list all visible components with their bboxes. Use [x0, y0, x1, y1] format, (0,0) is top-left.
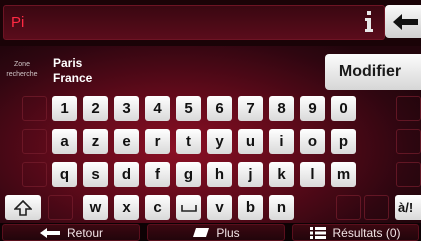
key-v[interactable]: v — [207, 195, 232, 220]
key-i[interactable]: i — [269, 129, 294, 154]
space-key[interactable] — [176, 195, 201, 220]
shift-icon — [14, 199, 32, 216]
key-y[interactable]: y — [207, 129, 232, 154]
key-5[interactable]: 5 — [176, 96, 201, 121]
key-8[interactable]: 8 — [269, 96, 294, 121]
key-6[interactable]: 6 — [207, 96, 232, 121]
results-button[interactable]: Résultats (0) — [292, 224, 419, 241]
empty-key-slot — [396, 162, 421, 187]
list-icon — [310, 226, 327, 239]
key-z[interactable]: z — [83, 129, 108, 154]
search-input[interactable]: Pi — [3, 5, 385, 40]
key-7[interactable]: 7 — [238, 96, 263, 121]
key-4[interactable]: 4 — [145, 96, 170, 121]
more-button-label: Plus — [216, 225, 240, 240]
backspace-icon — [393, 13, 418, 30]
search-input-text: Pi — [11, 14, 25, 31]
empty-key-slot — [22, 129, 47, 154]
key-g[interactable]: g — [176, 162, 201, 187]
key-a[interactable]: a — [52, 129, 77, 154]
search-zone-label: Zone recherche — [6, 61, 38, 78]
key-n[interactable]: n — [269, 195, 294, 220]
space-icon — [180, 204, 197, 212]
key-k[interactable]: k — [269, 162, 294, 187]
key-o[interactable]: o — [300, 129, 325, 154]
key-h[interactable]: h — [207, 162, 232, 187]
empty-key-slot — [22, 96, 47, 121]
key-b[interactable]: b — [238, 195, 263, 220]
zone-country: France — [53, 71, 93, 85]
key-q[interactable]: q — [52, 162, 77, 187]
key-9[interactable]: 9 — [300, 96, 325, 121]
key-3[interactable]: 3 — [114, 96, 139, 121]
empty-key-slot — [396, 129, 421, 154]
arrow-left-icon — [39, 227, 60, 238]
key-r[interactable]: r — [145, 129, 170, 154]
key-x[interactable]: x — [114, 195, 139, 220]
more-icon — [193, 228, 210, 237]
accent-symbols-key[interactable]: à/! — [395, 195, 421, 220]
back-button-label: Retour — [66, 225, 104, 240]
empty-key-slot — [336, 195, 361, 220]
key-l[interactable]: l — [300, 162, 325, 187]
backspace-button[interactable] — [385, 5, 421, 38]
key-j[interactable]: j — [238, 162, 263, 187]
key-1[interactable]: 1 — [52, 96, 77, 121]
key-0[interactable]: 0 — [331, 96, 356, 121]
key-u[interactable]: u — [238, 129, 263, 154]
key-e[interactable]: e — [114, 129, 139, 154]
key-c[interactable]: c — [145, 195, 170, 220]
key-2[interactable]: 2 — [83, 96, 108, 121]
key-f[interactable]: f — [145, 162, 170, 187]
modify-button[interactable]: Modifier — [325, 54, 421, 90]
empty-key-slot — [48, 195, 73, 220]
shift-key[interactable] — [5, 195, 41, 220]
key-m[interactable]: m — [331, 162, 356, 187]
zone-city: Paris — [53, 56, 83, 70]
empty-key-slot — [22, 162, 47, 187]
more-button[interactable]: Plus — [147, 224, 285, 241]
results-button-label: Résultats (0) — [332, 225, 401, 240]
key-t[interactable]: t — [176, 129, 201, 154]
info-icon[interactable] — [363, 10, 375, 34]
key-w[interactable]: w — [83, 195, 108, 220]
key-d[interactable]: d — [114, 162, 139, 187]
back-button[interactable]: Retour — [2, 224, 140, 241]
key-s[interactable]: s — [83, 162, 108, 187]
empty-key-slot — [364, 195, 389, 220]
key-p[interactable]: p — [331, 129, 356, 154]
empty-key-slot — [396, 96, 421, 121]
